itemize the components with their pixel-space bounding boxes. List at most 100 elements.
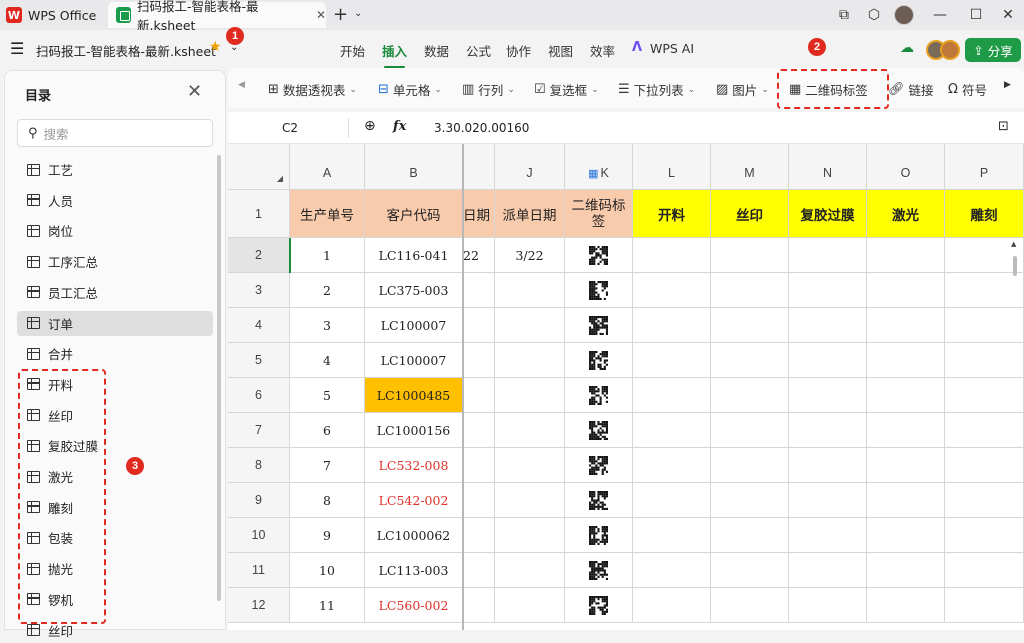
cell-b[interactable]: LC100007	[365, 343, 463, 378]
cell-n[interactable]	[789, 518, 867, 553]
cell-m[interactable]	[711, 413, 789, 448]
header-cell-j[interactable]: 派单日期	[495, 190, 565, 238]
column-header-K[interactable]: ▦ K	[565, 144, 633, 190]
cell-l[interactable]	[633, 413, 711, 448]
cell-dispatch-date[interactable]	[495, 518, 565, 553]
sidebar-scrollbar[interactable]	[217, 155, 221, 601]
cell-b[interactable]: LC100007	[365, 308, 463, 343]
cell-a[interactable]: 6	[290, 413, 365, 448]
cell-p[interactable]	[945, 343, 1024, 378]
cell-l[interactable]	[633, 448, 711, 483]
row-col-button[interactable]: ▥ 行列 ⌄	[462, 80, 515, 99]
header-cell-o[interactable]: 激光	[867, 190, 945, 238]
expand-formula-icon[interactable]: ⊡	[998, 119, 1009, 134]
spreadsheet-grid[interactable]: ◢ A B J ▦ K L M N O P 1 生产单号 客户代码 日期 派单日期 二维码标签 开料 丝印 复胶过膜激…	[228, 144, 1024, 630]
cell-l[interactable]	[633, 238, 711, 273]
row-header[interactable]: 8	[228, 448, 290, 483]
cell-date[interactable]	[463, 553, 495, 588]
header-cell-l[interactable]: 开料	[633, 190, 711, 238]
header-cell-m[interactable]: 丝印	[711, 190, 789, 238]
doc-title[interactable]: 扫码报工-智能表格-最新.ksheet	[36, 41, 216, 60]
cell-p[interactable]	[945, 413, 1024, 448]
sidebar-item-sheet[interactable]: 人员	[17, 188, 213, 213]
column-header-O[interactable]: O	[867, 144, 945, 190]
cell-o[interactable]	[867, 273, 945, 308]
sidebar-item-sheet[interactable]: 工序汇总	[17, 249, 213, 274]
cell-m[interactable]	[711, 553, 789, 588]
row-header[interactable]: 6	[228, 378, 290, 413]
share-button[interactable]: ⇪ 分享	[965, 38, 1021, 62]
chevron-down-icon[interactable]: ⌄	[354, 8, 362, 19]
menu-collab[interactable]: 协作	[506, 41, 531, 60]
tab-wps-office[interactable]: W WPS Office	[6, 2, 106, 28]
cell-p[interactable]	[945, 553, 1024, 588]
header-cell-b[interactable]: 客户代码	[365, 190, 463, 238]
cell-date[interactable]	[463, 378, 495, 413]
header-cell-k[interactable]: 二维码标签	[565, 190, 633, 238]
cell-date[interactable]	[463, 518, 495, 553]
cell-m[interactable]	[711, 448, 789, 483]
cell-n[interactable]	[789, 378, 867, 413]
cell-l[interactable]	[633, 343, 711, 378]
menu-formula[interactable]: 公式	[466, 41, 491, 60]
cell-l[interactable]	[633, 378, 711, 413]
column-header-P[interactable]: P	[945, 144, 1024, 190]
close-window-button[interactable]: ✕	[990, 0, 1024, 30]
menu-view[interactable]: 视图	[548, 41, 573, 60]
row-header[interactable]: 9	[228, 483, 290, 518]
cell-dispatch-date[interactable]	[495, 378, 565, 413]
cell-p[interactable]	[945, 448, 1024, 483]
cell-o[interactable]	[867, 238, 945, 273]
cell-m[interactable]	[711, 343, 789, 378]
cell-p[interactable]	[945, 378, 1024, 413]
select-all-corner[interactable]: ◢	[228, 144, 290, 190]
pivot-table-button[interactable]: ⊞ 数据透视表 ⌄	[268, 80, 357, 99]
cell-a[interactable]: 2	[290, 273, 365, 308]
cell-button[interactable]: ⊟ 单元格 ⌄	[378, 80, 442, 99]
cell-a[interactable]: 8	[290, 483, 365, 518]
cell-dispatch-date[interactable]	[495, 553, 565, 588]
row-header[interactable]: 2	[228, 238, 290, 273]
cell-qrcode[interactable]	[565, 588, 633, 623]
cell-n[interactable]	[789, 343, 867, 378]
image-button[interactable]: ▨ 图片 ⌄	[716, 80, 769, 99]
cell-a[interactable]: 3	[290, 308, 365, 343]
cell-a[interactable]: 9	[290, 518, 365, 553]
column-header-hidden[interactable]	[463, 144, 495, 190]
cell-date[interactable]: 22	[463, 238, 495, 273]
header-cell-partial[interactable]: 日期	[463, 190, 495, 238]
cell-dispatch-date[interactable]	[495, 483, 565, 518]
cell-p[interactable]	[945, 308, 1024, 343]
cell-qrcode[interactable]	[565, 378, 633, 413]
cell-p[interactable]	[945, 518, 1024, 553]
header-cell-n[interactable]: 复胶过膜	[789, 190, 867, 238]
cell-dispatch-date[interactable]	[495, 588, 565, 623]
cell-l[interactable]	[633, 308, 711, 343]
cell-date[interactable]	[463, 483, 495, 518]
cell-date[interactable]	[463, 308, 495, 343]
cell-o[interactable]	[867, 378, 945, 413]
cell-n[interactable]	[789, 308, 867, 343]
header-cell-a[interactable]: 生产单号	[290, 190, 365, 238]
cell-qrcode[interactable]	[565, 483, 633, 518]
cell-m[interactable]	[711, 238, 789, 273]
cell-o[interactable]	[867, 483, 945, 518]
cell-dispatch-date[interactable]: 3/22	[495, 238, 565, 273]
cell-o[interactable]	[867, 448, 945, 483]
column-header-B[interactable]: B	[365, 144, 463, 190]
cell-l[interactable]	[633, 553, 711, 588]
avatar[interactable]	[886, 0, 922, 30]
cell-n[interactable]	[789, 238, 867, 273]
maximize-button[interactable]: ☐	[958, 0, 994, 30]
row-header[interactable]: 10	[228, 518, 290, 553]
collaborator-avatars[interactable]	[926, 40, 962, 60]
close-tab-icon[interactable]: ✕	[316, 8, 326, 22]
cell-b[interactable]: LC1000156	[365, 413, 463, 448]
cell-qrcode[interactable]	[565, 553, 633, 588]
cell-p[interactable]	[945, 483, 1024, 518]
scroll-left-icon[interactable]: ◀	[238, 80, 245, 90]
new-tab-button[interactable]: +	[333, 4, 348, 25]
cell-qrcode[interactable]	[565, 308, 633, 343]
column-header-A[interactable]: A	[290, 144, 365, 190]
row-header[interactable]: 1	[228, 190, 290, 238]
